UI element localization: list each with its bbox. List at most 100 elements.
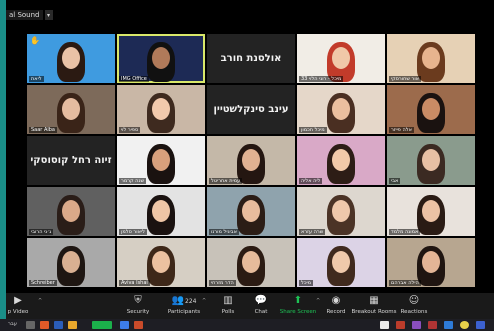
taskbar-app-icon[interactable] <box>40 321 49 329</box>
language-indicator[interactable]: עבר <box>8 321 17 327</box>
camera-icon: ▶ <box>14 295 22 306</box>
participant-tile[interactable]: ליאור סלמן <box>117 187 205 236</box>
participant-video-face <box>332 149 350 171</box>
taskbar-app-icon[interactable] <box>380 321 389 329</box>
participant-video-face <box>62 200 80 222</box>
participant-tile[interactable]: אביגיל מורנו <box>207 187 295 236</box>
taskbar-app-icon[interactable] <box>120 321 129 329</box>
chrome-icon[interactable] <box>460 321 469 329</box>
participant-tile[interactable]: עמית אחריטל <box>207 136 295 185</box>
participant-video-face <box>332 200 350 222</box>
participant-tile[interactable]: מיכל <box>297 238 385 287</box>
participant-name-label: אלה פייזר <box>389 127 414 133</box>
share-screen-icon: ⬆ <box>293 295 303 306</box>
participant-tile[interactable]: אבי <box>387 136 475 185</box>
participant-tile[interactable]: שרה עזרא <box>297 187 385 236</box>
reactions-icon: ☺ <box>408 295 420 306</box>
participants-button[interactable]: 👥224 Participants <box>162 295 206 315</box>
taskbar-app-icon[interactable] <box>396 321 405 329</box>
participant-video-face <box>332 47 350 69</box>
taskbar-app-icon[interactable] <box>54 321 63 329</box>
participant-name-label: ליאת <box>29 76 44 82</box>
participant-tile[interactable]: ג׳ני הרובי <box>27 187 115 236</box>
audio-dropdown[interactable]: al Sound ▾ <box>6 8 53 22</box>
participant-video-face <box>422 200 440 222</box>
taskbar-app-icon[interactable] <box>26 321 35 329</box>
participant-name-label: מיכל <box>299 280 313 286</box>
taskbar-zoom-icon[interactable] <box>92 321 112 329</box>
participant-tile[interactable]: מיכל חכמון <box>297 85 385 134</box>
chevron-down-icon[interactable]: ▾ <box>44 10 53 20</box>
participant-tile[interactable]: הילה אברהם <box>387 238 475 287</box>
gallery-grid: ✋ ליאת IMG Office אולסנת חורב מיכל - רוני הל… <box>27 34 475 287</box>
shield-icon: ⛨ <box>134 295 142 306</box>
participant-video-face <box>152 251 170 273</box>
participant-video-face <box>152 98 170 120</box>
taskbar-app-icon[interactable] <box>412 321 421 329</box>
participant-name-label: אור שחורסקי <box>389 76 422 82</box>
participant-tile[interactable]: מיכל - רוני הלוי 33 <box>297 34 385 83</box>
reactions-button[interactable]: ☺ Reactions <box>392 295 436 315</box>
participant-video-face <box>332 98 350 120</box>
participant-name-label: ספיר לוי <box>119 127 141 133</box>
meeting-toolbar: ▶ p Video ^ ⛨ Security 👥224 Participants… <box>6 293 494 319</box>
participant-tile[interactable]: אולסנת חורב <box>207 34 295 83</box>
window-edge-strip <box>0 0 6 331</box>
windows-taskbar: עבר <box>0 319 494 331</box>
participant-name-label: הדר מזרחי <box>209 280 236 286</box>
audio-label: al Sound <box>6 10 43 20</box>
chat-icon: 💬 <box>254 295 268 306</box>
participant-name-display: עינב סינקלשטיין <box>213 104 289 115</box>
participant-name-label: Aviva Ishai <box>119 280 150 286</box>
raised-hand-icon: ✋ <box>30 36 40 45</box>
participant-tile[interactable]: ✋ ליאת <box>27 34 115 83</box>
participants-icon: 👥224 <box>171 295 197 306</box>
participant-video-face <box>422 47 440 69</box>
taskbar-app-icon[interactable] <box>476 321 485 329</box>
breakout-rooms-button[interactable]: ▦ Breakout Rooms <box>352 295 397 315</box>
taskbar-app-icon[interactable] <box>428 321 437 329</box>
participant-name-label: מיכל - רוני הלוי 33 <box>299 76 344 82</box>
participant-name-label: מיכל חכמון <box>299 127 327 133</box>
participant-tile[interactable]: עינב סינקלשטיין <box>207 85 295 134</box>
participant-tile[interactable]: IMG Office <box>117 34 205 83</box>
participant-tile[interactable]: שנה קרמר <box>117 136 205 185</box>
record-icon: ◉ <box>331 295 341 306</box>
security-button[interactable]: ⛨ Security <box>116 295 160 315</box>
participant-video-face <box>242 149 260 171</box>
polls-icon: ▥ <box>223 295 233 306</box>
participant-video-face <box>422 98 440 120</box>
participant-video-face <box>152 47 170 69</box>
participant-video-face <box>152 200 170 222</box>
participant-tile[interactable]: אלה פייזר <box>387 85 475 134</box>
participant-video-face <box>62 98 80 120</box>
participant-name-label: Saar Alba <box>29 127 57 133</box>
participant-tile[interactable]: Saar Alba <box>27 85 115 134</box>
participant-name-label: עמית אחריטל <box>209 178 243 184</box>
participant-video-face <box>422 149 440 171</box>
video-options-caret[interactable]: ^ <box>38 298 42 304</box>
participant-tile[interactable]: אמונה מלמד <box>387 187 475 236</box>
participant-tile[interactable]: ליה אליה <box>297 136 385 185</box>
participant-tile[interactable]: הדר מזרחי <box>207 238 295 287</box>
folder-icon[interactable] <box>68 321 77 329</box>
participant-name-label: אמונה מלמד <box>389 229 421 235</box>
participant-video-face <box>332 251 350 273</box>
participant-name-label: IMG Office <box>119 76 149 82</box>
participant-video-face <box>242 251 260 273</box>
participant-name-label: שנה קרמר <box>119 178 146 184</box>
participant-name-label: ליה אליה <box>299 178 323 184</box>
taskbar-app-icon[interactable] <box>134 321 143 329</box>
participant-tile[interactable]: אור שחורסקי <box>387 34 475 83</box>
participant-video-face <box>62 47 80 69</box>
participants-count: 224 <box>185 298 197 305</box>
participant-name-display: אולסנת חורב <box>220 53 282 64</box>
breakout-rooms-icon: ▦ <box>369 295 379 306</box>
participant-tile[interactable]: ספיר לוי <box>117 85 205 134</box>
participant-name-label: שרה עזרא <box>299 229 326 235</box>
taskbar-app-icon[interactable] <box>444 321 453 329</box>
participant-tile[interactable]: Aviva Ishai <box>117 238 205 287</box>
participant-tile[interactable]: זיוה רחל קוסוסקי <box>27 136 115 185</box>
participant-tile[interactable]: Schreiber <box>27 238 115 287</box>
video-button[interactable]: ▶ p Video <box>0 295 40 315</box>
